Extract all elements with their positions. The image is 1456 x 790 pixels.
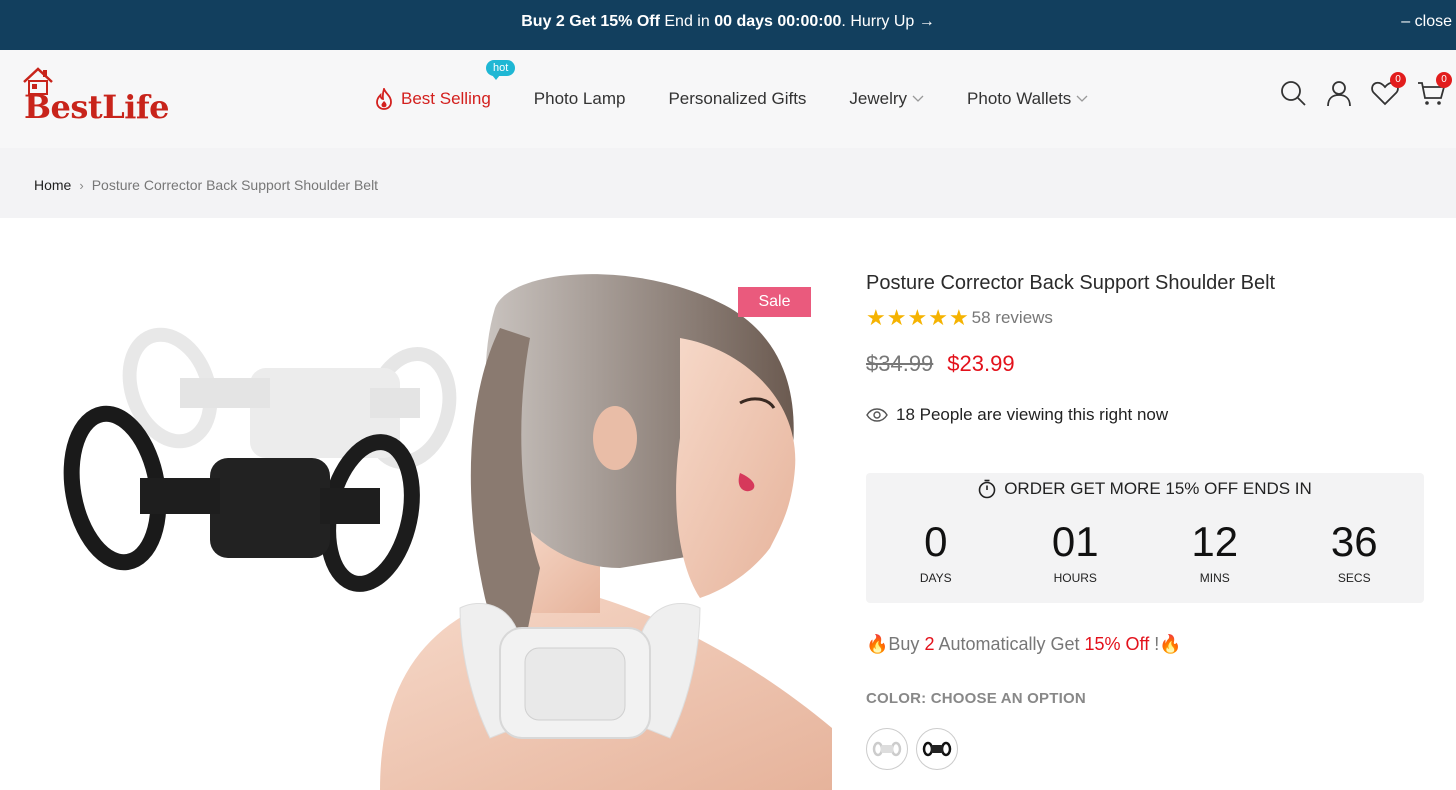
viewing-counter: 18 People are viewing this right now xyxy=(866,405,1426,425)
announcement-close-button[interactable]: – close xyxy=(1401,0,1452,44)
countdown-mins-label: MINS xyxy=(1199,571,1230,585)
countdown-days: 0 DAYS xyxy=(866,517,1006,585)
announcement-timer-days: 00 days xyxy=(714,13,773,30)
wishlist-heart-icon[interactable]: 0 xyxy=(1370,72,1406,108)
rating: ★ ★ ★ ★ ★ 58 reviews xyxy=(866,307,1426,329)
swatch-white[interactable] xyxy=(866,728,908,770)
chevron-down-icon xyxy=(912,95,924,103)
black-belt-swatch-icon xyxy=(922,741,952,757)
price-block: $34.99 $23.99 xyxy=(866,351,1426,377)
announcement-offer: Buy 2 Get 15% Off xyxy=(521,13,660,30)
white-belt-swatch-icon xyxy=(872,741,902,757)
countdown-mins: 12 MINS xyxy=(1145,517,1285,585)
countdown-units: 0 DAYS 01 HOURS 12 MINS 36 SECS xyxy=(866,517,1424,585)
breadcrumb-bar: Home › Posture Corrector Back Support Shou… xyxy=(0,148,1456,218)
countdown-mins-value: 12 xyxy=(1191,518,1239,565)
swatch-black[interactable] xyxy=(916,728,958,770)
nav-label-jewelry: Jewelry xyxy=(849,89,908,108)
countdown-secs-value: 36 xyxy=(1330,518,1378,565)
promo-discount: 15% Off xyxy=(1084,634,1150,654)
countdown-heading: ORDER GET MORE 15% OFF ENDS IN xyxy=(866,479,1424,499)
countdown-hours-label: HOURS xyxy=(1053,571,1097,585)
countdown-heading-text: ORDER GET MORE 15% OFF ENDS IN xyxy=(1004,479,1312,498)
chevron-right-icon: › xyxy=(79,178,84,193)
nav-item-jewelry[interactable]: Jewelry xyxy=(849,89,924,109)
breadcrumb: Home › Posture Corrector Back Support Shou… xyxy=(34,148,378,218)
breadcrumb-home-link[interactable]: Home xyxy=(34,177,71,193)
flame-icon xyxy=(374,88,394,110)
promo-text: 🔥Buy 2 Automatically Get 15% Off !🔥 xyxy=(866,634,1182,655)
countdown-box: ORDER GET MORE 15% OFF ENDS IN 0 DAYS 01… xyxy=(866,473,1424,603)
breadcrumb-current: Posture Corrector Back Support Shoulder … xyxy=(91,177,379,193)
announcement-timer-clock: 00:00:00 xyxy=(772,13,842,30)
star-icon: ★ xyxy=(928,305,948,330)
nav-label-best-selling: Best Selling xyxy=(401,89,491,108)
cart-icon[interactable]: 0 xyxy=(1416,72,1452,108)
nav-label-photo-wallets: Photo Wallets xyxy=(967,89,1072,108)
account-icon[interactable] xyxy=(1324,78,1354,108)
nav-item-personalized-gifts[interactable]: Personalized Gifts xyxy=(668,89,806,109)
original-price: $34.99 xyxy=(866,351,934,376)
star-icon: ★ xyxy=(886,305,907,330)
promo-lead: 🔥Buy xyxy=(866,634,925,654)
cart-count-badge: 0 xyxy=(1436,72,1452,88)
nav-label-photo-lamp: Photo Lamp xyxy=(533,89,626,108)
product-info: Posture Corrector Back Support Shoulder … xyxy=(866,268,1426,770)
product-photo xyxy=(40,268,832,790)
nav-label-personalized-gifts: Personalized Gifts xyxy=(668,89,807,108)
main-nav: Best Selling hot Photo Lamp Personalized… xyxy=(374,50,1131,148)
star-icon: ★ xyxy=(907,305,928,330)
promo-qty: 2 xyxy=(924,634,935,654)
countdown-hours-value: 01 xyxy=(1051,518,1099,565)
sale-badge: Sale xyxy=(738,287,811,317)
countdown-hours: 01 HOURS xyxy=(1006,517,1146,585)
color-option-label: COLOR: CHOOSE AN OPTION xyxy=(866,690,1086,707)
star-icon: ★ xyxy=(948,305,969,330)
announcement-text: End in xyxy=(659,13,715,30)
announcement-message[interactable]: Buy 2 Get 15% Off End in 00 days 00:00:0… xyxy=(0,0,1456,44)
wishlist-count-badge: 0 xyxy=(1390,72,1406,88)
product-title: Posture Corrector Back Support Shoulder … xyxy=(866,272,1276,294)
announcement-bar: Buy 2 Get 15% Off End in 00 days 00:00:0… xyxy=(0,0,1456,50)
nav-item-photo-lamp[interactable]: Photo Lamp xyxy=(534,89,626,109)
chevron-down-icon xyxy=(1076,95,1088,103)
site-header: BestLife Best Selling hot Photo Lamp Per… xyxy=(0,50,1456,148)
countdown-days-label: DAYS xyxy=(919,571,952,585)
stopwatch-icon xyxy=(978,479,996,499)
countdown-days-value: 0 xyxy=(924,518,948,565)
search-icon[interactable] xyxy=(1278,78,1308,108)
promo-mid: Automatically Get xyxy=(934,634,1085,654)
color-swatches xyxy=(866,728,966,770)
star-icon: ★ xyxy=(866,305,886,330)
promo-tail: !🔥 xyxy=(1149,634,1182,654)
countdown-secs: 36 SECS xyxy=(1285,517,1425,585)
header-icons: 0 0 xyxy=(1262,72,1452,108)
viewing-text: 18 People are viewing this right now xyxy=(896,405,1169,424)
logo-text: BestLife xyxy=(24,88,169,126)
hot-badge: hot xyxy=(486,60,516,80)
site-logo[interactable]: BestLife xyxy=(22,66,172,128)
sale-price: $23.99 xyxy=(947,351,1015,376)
announcement-cta: . Hurry Up → xyxy=(841,13,935,30)
countdown-secs-label: SECS xyxy=(1337,571,1371,585)
product-image[interactable] xyxy=(40,268,832,790)
eye-icon xyxy=(866,408,888,422)
reviews-link[interactable]: 58 reviews xyxy=(972,308,1053,328)
nav-item-photo-wallets[interactable]: Photo Wallets xyxy=(967,89,1088,109)
nav-item-best-selling[interactable]: Best Selling hot xyxy=(374,60,516,110)
